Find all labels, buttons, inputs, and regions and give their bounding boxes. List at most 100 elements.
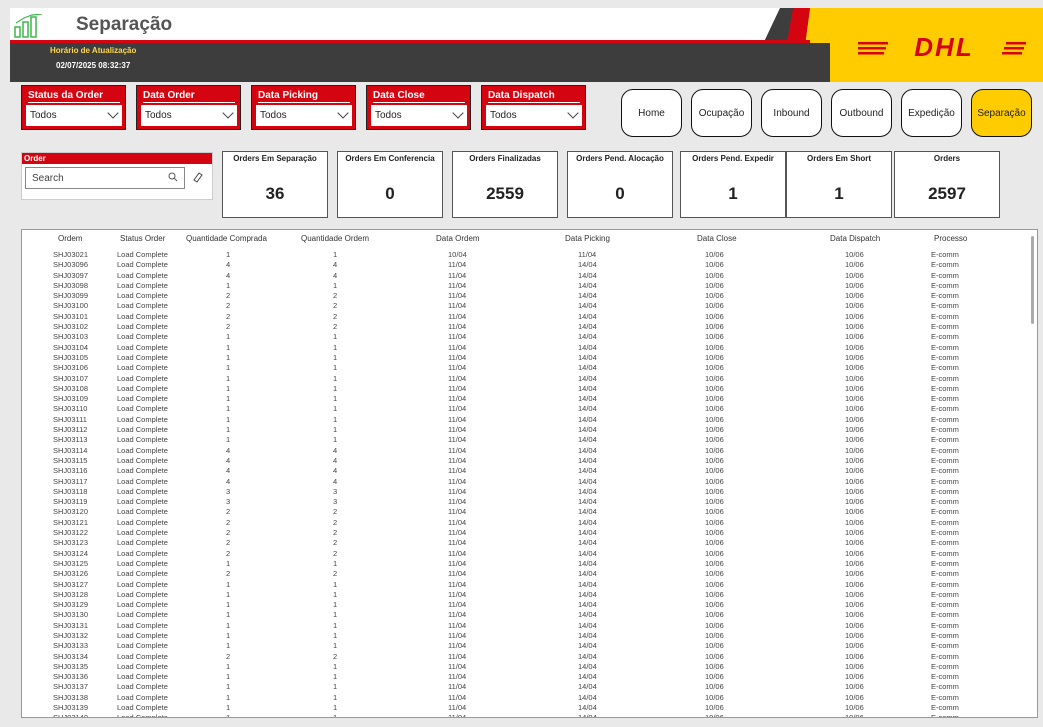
table-row[interactable]: SHJ03096 Load Complete 4 4 11/04 14/04 10/06 10… [22, 260, 1022, 270]
table-cell: 1 [333, 610, 338, 620]
nav-ocupacao-button[interactable]: Ocupação [691, 89, 752, 137]
column-header[interactable]: Quantidade Comprada [186, 234, 267, 243]
table-cell: 14/04 [578, 342, 597, 352]
table-row[interactable]: SHJ03109 Load Complete 1 1 11/04 14/04 10/06 10… [22, 394, 1022, 404]
table-row[interactable]: SHJ03139 Load Complete 1 1 11/04 14/04 10/06 10… [22, 703, 1022, 713]
table-row[interactable]: SHJ03099 Load Complete 2 2 11/04 14/04 10/06 10… [22, 291, 1022, 301]
table-row[interactable]: SHJ03126 Load Complete 2 2 11/04 14/04 10/06 10… [22, 569, 1022, 579]
table-cell: 14/04 [578, 682, 597, 692]
table-row[interactable]: SHJ03114 Load Complete 4 4 11/04 14/04 10/06 10… [22, 446, 1022, 456]
table-cell: Load Complete [117, 600, 168, 610]
table-cell: 2 [226, 291, 231, 301]
table-row[interactable]: SHJ03129 Load Complete 1 1 11/04 14/04 10/06 10… [22, 600, 1022, 610]
nav-expedicao-button[interactable]: Expedição [901, 89, 962, 137]
column-header[interactable]: Data Picking [565, 234, 610, 243]
table-cell: 10/06 [845, 332, 864, 342]
table-row[interactable]: SHJ03108 Load Complete 1 1 11/04 14/04 10/06 10… [22, 384, 1022, 394]
table-row[interactable]: SHJ03116 Load Complete 4 4 11/04 14/04 10/06 10… [22, 466, 1022, 476]
table-row[interactable]: SHJ03124 Load Complete 2 2 11/04 14/04 10/06 10… [22, 549, 1022, 559]
table-row[interactable]: SHJ03122 Load Complete 2 2 11/04 14/04 10/06 10… [22, 528, 1022, 538]
filter-status-order-select[interactable]: Todos [26, 105, 122, 126]
table-cell: 3 [226, 497, 231, 507]
table-row[interactable]: SHJ03106 Load Complete 1 1 11/04 14/04 10/06 10… [22, 363, 1022, 373]
table-cell: 10/06 [845, 373, 864, 383]
table-row[interactable]: SHJ03140 Load Complete 1 1 11/04 14/04 10/06 10… [22, 713, 1022, 717]
table-cell: 1 [226, 641, 231, 651]
table-row[interactable]: SHJ03132 Load Complete 1 1 11/04 14/04 10/06 10… [22, 631, 1022, 641]
table-row[interactable]: SHJ03105 Load Complete 1 1 11/04 14/04 10/06 10… [22, 353, 1022, 363]
table-row[interactable]: SHJ03117 Load Complete 4 4 11/04 14/04 10/06 10… [22, 477, 1022, 487]
table-row[interactable]: SHJ03136 Load Complete 1 1 11/04 14/04 10/06 10… [22, 672, 1022, 682]
column-header[interactable]: Data Close [697, 234, 737, 243]
card-title: Orders Em Separação [233, 154, 317, 163]
table-scrollbar[interactable] [1031, 236, 1034, 324]
column-header[interactable]: Status Order [120, 234, 165, 243]
search-icon[interactable] [168, 172, 178, 182]
table-row[interactable]: SHJ03130 Load Complete 1 1 11/04 14/04 10/06 10… [22, 610, 1022, 620]
table-row[interactable]: SHJ03113 Load Complete 1 1 11/04 14/04 10/06 10… [22, 435, 1022, 445]
table-cell: 10/06 [705, 620, 724, 630]
table-row[interactable]: SHJ03021 Load Complete 1 1 10/04 11/04 10/06 10… [22, 250, 1022, 260]
eraser-icon[interactable] [192, 171, 204, 183]
table-row[interactable]: SHJ03103 Load Complete 1 1 11/04 14/04 10/06 10… [22, 332, 1022, 342]
nav-home-button[interactable]: Home [621, 89, 682, 137]
table-row[interactable]: SHJ03101 Load Complete 2 2 11/04 14/04 10/06 10… [22, 312, 1022, 322]
table-row[interactable]: SHJ03133 Load Complete 1 1 11/04 14/04 10/06 10… [22, 641, 1022, 651]
table-cell: SHJ03134 [53, 651, 89, 661]
table-row[interactable]: SHJ03111 Load Complete 1 1 11/04 14/04 10/06 10… [22, 415, 1022, 425]
table-row[interactable]: SHJ03110 Load Complete 1 1 11/04 14/04 10/06 10… [22, 404, 1022, 414]
table-row[interactable]: SHJ03125 Load Complete 1 1 11/04 14/04 10/06 10… [22, 559, 1022, 569]
nav-outbound-button[interactable]: Outbound [831, 89, 892, 137]
table-row[interactable]: SHJ03100 Load Complete 2 2 11/04 14/04 10/06 10… [22, 301, 1022, 311]
filter-data-dispatch-select[interactable]: Todos [486, 105, 582, 126]
table-cell: 3 [333, 497, 338, 507]
card-title: Orders Finalizadas [469, 154, 541, 163]
column-header[interactable]: Data Ordem [436, 234, 480, 243]
column-header[interactable]: Ordem [58, 234, 82, 243]
table-row[interactable]: SHJ03098 Load Complete 1 1 11/04 14/04 10/06 10… [22, 281, 1022, 291]
table-cell: 10/06 [845, 558, 864, 568]
table-cell: 10/06 [845, 620, 864, 630]
table-cell: Load Complete [117, 435, 168, 445]
table-cell: 14/04 [578, 610, 597, 620]
table-row[interactable]: SHJ03120 Load Complete 2 2 11/04 14/04 10/06 10… [22, 507, 1022, 517]
column-header[interactable]: Quantidade Ordem [301, 234, 369, 243]
table-row[interactable]: SHJ03134 Load Complete 2 2 11/04 14/04 10/06 10… [22, 652, 1022, 662]
table-row[interactable]: SHJ03121 Load Complete 2 2 11/04 14/04 10/06 10… [22, 518, 1022, 528]
table-row[interactable]: SHJ03137 Load Complete 1 1 11/04 14/04 10/06 10… [22, 682, 1022, 692]
table-row[interactable]: SHJ03097 Load Complete 4 4 11/04 14/04 10/06 10… [22, 271, 1022, 281]
table-cell: Load Complete [117, 589, 168, 599]
table-row[interactable]: SHJ03118 Load Complete 3 3 11/04 14/04 10/06 10… [22, 487, 1022, 497]
table-cell: E-comm [931, 672, 959, 682]
table-row[interactable]: SHJ03138 Load Complete 1 1 11/04 14/04 10/06 10… [22, 693, 1022, 703]
table-cell: Load Complete [117, 651, 168, 661]
filter-data-order-select[interactable]: Todos [141, 105, 237, 126]
table-cell: 2 [333, 548, 338, 558]
nav-inbound-button[interactable]: Inbound [761, 89, 822, 137]
table-row[interactable]: SHJ03123 Load Complete 2 2 11/04 14/04 10/06 10… [22, 538, 1022, 548]
order-search-input[interactable]: Search [25, 167, 185, 189]
table-cell: SHJ03111 [53, 414, 87, 424]
table-row[interactable]: SHJ03104 Load Complete 1 1 11/04 14/04 10/06 10… [22, 343, 1022, 353]
table-row[interactable]: SHJ03128 Load Complete 1 1 11/04 14/04 10/06 10… [22, 590, 1022, 600]
column-header[interactable]: Processo [934, 234, 967, 243]
table-row[interactable]: SHJ03102 Load Complete 2 2 11/04 14/04 10/06 10… [22, 322, 1022, 332]
table-cell: 14/04 [578, 322, 597, 332]
filter-data-close-select[interactable]: Todos [371, 105, 467, 126]
table-row[interactable]: SHJ03115 Load Complete 4 4 11/04 14/04 10/06 10… [22, 456, 1022, 466]
report-canvas: Separação Horário de Atualização 02/07/2… [0, 0, 1043, 727]
table-row[interactable]: SHJ03127 Load Complete 1 1 11/04 14/04 10/06 10… [22, 580, 1022, 590]
table-cell: Load Complete [117, 630, 168, 640]
table-cell: 11/04 [448, 383, 467, 393]
table-row[interactable]: SHJ03107 Load Complete 1 1 11/04 14/04 10/06 10… [22, 374, 1022, 384]
table-cell: E-comm [931, 476, 959, 486]
table-cell: 10/06 [705, 538, 724, 548]
nav-separacao-button[interactable]: Separação [971, 89, 1032, 137]
table-row[interactable]: SHJ03119 Load Complete 3 3 11/04 14/04 10/06 10… [22, 497, 1022, 507]
column-header[interactable]: Data Dispatch [830, 234, 880, 243]
table-row[interactable]: SHJ03112 Load Complete 1 1 11/04 14/04 10/06 10… [22, 425, 1022, 435]
table-row[interactable]: SHJ03135 Load Complete 1 1 11/04 14/04 10/06 10… [22, 662, 1022, 672]
table-row[interactable]: SHJ03131 Load Complete 1 1 11/04 14/04 10/06 10… [22, 621, 1022, 631]
filter-data-picking-select[interactable]: Todos [256, 105, 352, 126]
table-cell: 3 [226, 486, 231, 496]
